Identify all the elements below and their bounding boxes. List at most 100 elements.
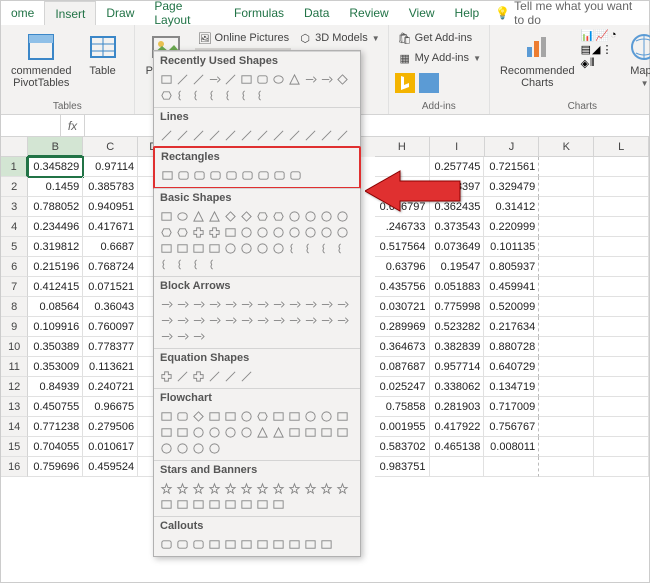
cell[interactable]: 0.97114 bbox=[83, 157, 138, 177]
area-chart-icon[interactable]: ◢ bbox=[592, 43, 600, 56]
cell[interactable]: 0.775998 bbox=[430, 297, 485, 317]
cell[interactable] bbox=[539, 317, 594, 337]
shape-arrow[interactable] bbox=[286, 296, 302, 312]
shape-rect[interactable] bbox=[270, 536, 286, 552]
col-header-j[interactable]: J bbox=[485, 137, 540, 157]
cell[interactable] bbox=[539, 157, 594, 177]
cell[interactable] bbox=[539, 437, 594, 457]
row-header[interactable]: 7 bbox=[1, 277, 28, 297]
shape-arrow[interactable] bbox=[302, 296, 318, 312]
cell[interactable] bbox=[539, 377, 594, 397]
cell[interactable] bbox=[594, 297, 649, 317]
shape-circ[interactable] bbox=[270, 224, 286, 240]
cell[interactable]: 0.768724 bbox=[83, 257, 138, 277]
shape-arrow[interactable] bbox=[158, 296, 174, 312]
3dmodels-button[interactable]: ⬡3D Models▼ bbox=[295, 29, 382, 47]
shape-arrow[interactable] bbox=[206, 71, 222, 87]
shape-curly[interactable] bbox=[318, 240, 334, 256]
shape-arrow[interactable] bbox=[254, 312, 270, 328]
tab-home[interactable]: ome bbox=[1, 1, 44, 25]
shape-rect[interactable] bbox=[286, 536, 302, 552]
shape-tri[interactable] bbox=[254, 424, 270, 440]
shape-rrect[interactable] bbox=[223, 167, 239, 183]
shape-line[interactable] bbox=[158, 127, 174, 143]
shape-oval[interactable] bbox=[270, 71, 286, 87]
online-pictures-button[interactable]: 🖼Online Pictures bbox=[195, 29, 292, 47]
cell[interactable]: 0.717009 bbox=[484, 397, 539, 417]
shape-star[interactable] bbox=[190, 480, 206, 496]
cell[interactable]: 0.721561 bbox=[484, 157, 539, 177]
shape-line[interactable] bbox=[254, 127, 270, 143]
shape-star[interactable] bbox=[334, 480, 350, 496]
cell[interactable]: 0.071521 bbox=[83, 277, 138, 297]
shape-hex[interactable] bbox=[254, 208, 270, 224]
shape-diamond[interactable] bbox=[222, 208, 238, 224]
cell[interactable] bbox=[594, 377, 649, 397]
shape-line[interactable] bbox=[302, 127, 318, 143]
col-header-i[interactable]: I bbox=[430, 137, 485, 157]
cell[interactable] bbox=[539, 357, 594, 377]
cell[interactable]: 0.523282 bbox=[430, 317, 485, 337]
row-header[interactable]: 2 bbox=[1, 177, 28, 197]
shape-rrect[interactable] bbox=[271, 167, 287, 183]
shape-rect[interactable] bbox=[206, 408, 222, 424]
shape-rect[interactable] bbox=[206, 240, 222, 256]
cell[interactable]: 0.459941 bbox=[484, 277, 539, 297]
shape-circ[interactable] bbox=[318, 408, 334, 424]
shape-circ[interactable] bbox=[302, 208, 318, 224]
cell[interactable]: 0.234496 bbox=[28, 217, 83, 237]
shape-circ[interactable] bbox=[286, 208, 302, 224]
cell[interactable]: 0.345829 bbox=[28, 157, 83, 177]
cell[interactable]: 0.073649 bbox=[430, 237, 485, 257]
shape-curly[interactable] bbox=[190, 87, 206, 103]
cell[interactable] bbox=[594, 317, 649, 337]
shape-star[interactable] bbox=[158, 480, 174, 496]
shape-rect[interactable] bbox=[174, 496, 190, 512]
shape-plus[interactable] bbox=[190, 368, 206, 384]
cell[interactable]: 0.220999 bbox=[484, 217, 539, 237]
col-header-k[interactable]: K bbox=[539, 137, 594, 157]
shape-rect[interactable] bbox=[254, 496, 270, 512]
cell[interactable] bbox=[539, 277, 594, 297]
shape-hex[interactable] bbox=[174, 224, 190, 240]
shape-rrect[interactable] bbox=[191, 167, 207, 183]
cell[interactable]: 0.279506 bbox=[83, 417, 138, 437]
cell[interactable]: 0.704055 bbox=[28, 437, 83, 457]
row-header[interactable]: 15 bbox=[1, 437, 28, 457]
shape-arrow[interactable] bbox=[190, 312, 206, 328]
cell[interactable]: 0.030721 bbox=[375, 297, 430, 317]
cell[interactable]: 0.940951 bbox=[83, 197, 138, 217]
shape-rrect[interactable] bbox=[174, 408, 190, 424]
table-button[interactable]: Table bbox=[78, 29, 128, 91]
cell[interactable] bbox=[594, 357, 649, 377]
shape-diamond[interactable] bbox=[334, 71, 350, 87]
cell[interactable]: 0.350389 bbox=[28, 337, 83, 357]
shape-circ[interactable] bbox=[206, 440, 222, 456]
shape-tri[interactable] bbox=[190, 208, 206, 224]
shape-rrect[interactable] bbox=[174, 536, 190, 552]
row-header[interactable]: 10 bbox=[1, 337, 28, 357]
col-chart-icon[interactable]: 📊 bbox=[581, 29, 595, 42]
shape-rect[interactable] bbox=[158, 240, 174, 256]
shape-arrow[interactable] bbox=[334, 312, 350, 328]
shape-arrow[interactable] bbox=[206, 296, 222, 312]
shape-arrow[interactable] bbox=[318, 312, 334, 328]
cell[interactable] bbox=[539, 457, 594, 477]
shape-tri[interactable] bbox=[206, 208, 222, 224]
cell[interactable]: 0.788052 bbox=[28, 197, 83, 217]
shape-rrect[interactable] bbox=[255, 167, 271, 183]
cell[interactable] bbox=[539, 257, 594, 277]
shape-rect[interactable] bbox=[158, 71, 174, 87]
cell[interactable]: 0.353009 bbox=[28, 357, 83, 377]
shape-rect[interactable] bbox=[158, 208, 174, 224]
cell[interactable] bbox=[594, 217, 649, 237]
my-addins-button[interactable]: ▦My Add-ins▼ bbox=[395, 49, 483, 67]
shape-circ[interactable] bbox=[238, 408, 254, 424]
shape-curly[interactable] bbox=[254, 87, 270, 103]
row-header[interactable]: 13 bbox=[1, 397, 28, 417]
shape-star[interactable] bbox=[238, 480, 254, 496]
cell[interactable]: 0.1459 bbox=[28, 177, 83, 197]
row-header[interactable]: 4 bbox=[1, 217, 28, 237]
cell[interactable]: 0.025247 bbox=[375, 377, 430, 397]
cell[interactable]: 0.010617 bbox=[83, 437, 138, 457]
